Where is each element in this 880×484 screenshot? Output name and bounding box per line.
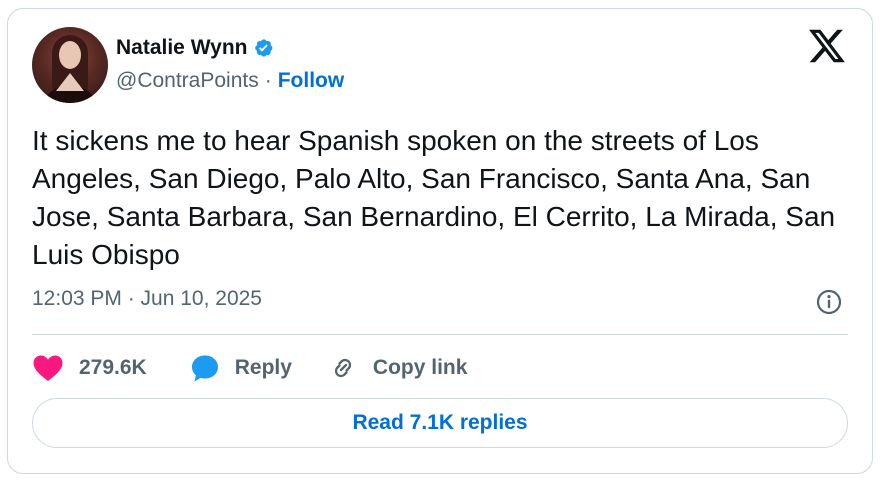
like-button[interactable]: 279.6K bbox=[32, 354, 147, 382]
read-replies-button[interactable]: Read 7.1K replies bbox=[32, 398, 848, 448]
follow-button[interactable]: Follow bbox=[278, 69, 345, 93]
author-handle[interactable]: @ContraPoints bbox=[116, 69, 259, 93]
handle-separator: · bbox=[264, 69, 272, 92]
link-icon bbox=[334, 358, 352, 378]
author-avatar[interactable] bbox=[32, 27, 108, 103]
tweet-actions: 279.6K Reply Copy link bbox=[32, 350, 467, 386]
author-name-row: Natalie Wynn bbox=[116, 34, 274, 62]
avatar-face bbox=[59, 41, 81, 69]
x-logo-icon[interactable] bbox=[809, 29, 845, 63]
tweet-timestamp[interactable]: 12:03 PM · Jun 10, 2025 bbox=[32, 287, 262, 311]
copy-link-button[interactable]: Copy link bbox=[328, 353, 468, 383]
author-name[interactable]: Natalie Wynn bbox=[116, 36, 247, 60]
divider bbox=[32, 334, 848, 335]
like-count: 279.6K bbox=[79, 356, 147, 379]
reply-bubble-icon bbox=[191, 355, 218, 382]
info-icon[interactable] bbox=[815, 288, 843, 316]
verified-badge-icon bbox=[255, 39, 273, 57]
copy-link-label: Copy link bbox=[372, 356, 468, 379]
heart-icon bbox=[33, 355, 63, 381]
reply-label: Reply bbox=[234, 356, 292, 379]
tweet-text: It sickens me to hear Spanish spoken on … bbox=[32, 125, 836, 270]
author-handle-row: @ContraPoints · Follow bbox=[116, 69, 344, 93]
reply-button[interactable]: Reply bbox=[190, 353, 292, 383]
